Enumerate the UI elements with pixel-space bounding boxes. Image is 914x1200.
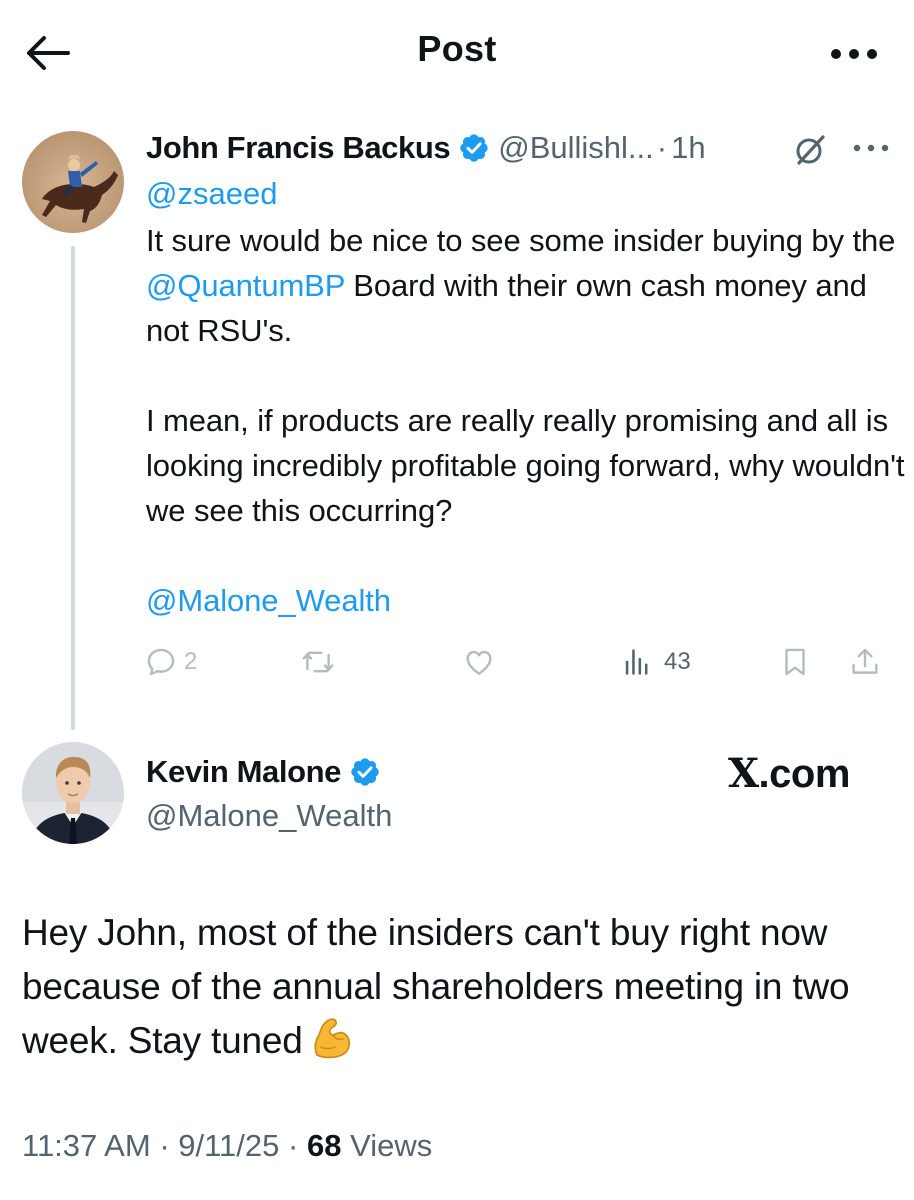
flexed-biceps-emoji-icon xyxy=(309,1015,355,1061)
more-options-button[interactable] xyxy=(824,34,884,74)
top-bar: Post xyxy=(0,0,914,105)
grok-button[interactable] xyxy=(790,130,830,170)
reply-to-mention[interactable]: @zsaeed xyxy=(146,172,277,216)
grok-icon xyxy=(796,135,825,165)
views-count: 43 xyxy=(664,648,691,675)
parent-author-name[interactable]: John Francis Backus xyxy=(146,130,451,166)
main-author-name[interactable]: Kevin Malone xyxy=(146,750,389,794)
tweet-meta: 11:37 AM · 9/11/25 · 68 Views xyxy=(22,1124,432,1168)
separator-dot: · xyxy=(288,1128,299,1163)
separator-dot: · xyxy=(159,1128,170,1163)
more-horizontal-icon xyxy=(831,49,877,59)
heart-icon xyxy=(466,650,492,675)
page-title: Post xyxy=(417,28,497,69)
parent-paragraph-1: It sure would be nice to see some inside… xyxy=(146,218,906,353)
x-com-watermark: X.com xyxy=(728,750,850,798)
views-button[interactable]: 43 xyxy=(620,640,691,684)
parent-author-handle[interactable]: @Bullishl... xyxy=(498,130,654,166)
reply-button[interactable]: 2 xyxy=(144,640,197,684)
x-logo-letter: X xyxy=(728,750,759,797)
tweet-date[interactable]: 9/11/25 xyxy=(178,1128,279,1163)
x-com-domain-text: .com xyxy=(758,752,851,796)
avatar-rodeo-image xyxy=(22,131,124,233)
reply-icon xyxy=(147,648,175,676)
more-horizontal-icon xyxy=(853,144,889,152)
parent-more-button[interactable] xyxy=(848,130,894,166)
parent-avatar[interactable] xyxy=(22,131,124,233)
share-button[interactable] xyxy=(848,640,882,684)
parent-paragraph-2: I mean, if products are really really pr… xyxy=(146,403,905,528)
reply-count: 2 xyxy=(184,648,198,675)
repost-icon xyxy=(302,651,334,673)
main-avatar[interactable] xyxy=(22,742,124,844)
parent-tweet-text: It sure would be nice to see some inside… xyxy=(146,218,906,623)
tweet-time[interactable]: 11:37 AM xyxy=(22,1128,151,1163)
verified-badge-icon xyxy=(458,132,490,164)
analytics-icon xyxy=(625,649,648,675)
like-button[interactable] xyxy=(462,640,502,684)
verified-badge-icon xyxy=(349,756,381,788)
text-segment: It sure would be nice to see some inside… xyxy=(146,223,896,258)
views-label: Views xyxy=(350,1128,433,1163)
share-icon xyxy=(852,648,878,674)
parent-tweet-header: John Francis Backus @Bullishl... · 1h xyxy=(146,126,706,170)
main-author-handle[interactable]: @Malone_Wealth xyxy=(146,794,392,838)
bookmark-icon xyxy=(785,648,805,676)
bookmark-button[interactable] xyxy=(778,640,812,684)
repost-button[interactable] xyxy=(300,640,342,684)
main-tweet-body: Hey John, most of the insiders can't buy… xyxy=(22,912,850,1061)
mention-link-malone-wealth[interactable]: @Malone_Wealth xyxy=(146,578,906,623)
parent-action-bar: 2 43 xyxy=(0,640,914,684)
main-tweet-text: Hey John, most of the insiders can't buy… xyxy=(22,906,902,1068)
main-author-name-text: Kevin Malone xyxy=(146,754,342,789)
views-count[interactable]: 68 xyxy=(307,1128,341,1163)
separator-dot: · xyxy=(656,130,668,165)
mention-link-quantumbp[interactable]: @QuantumBP xyxy=(146,268,345,303)
avatar-portrait-image xyxy=(22,742,124,844)
parent-timestamp[interactable]: 1h xyxy=(671,130,705,166)
